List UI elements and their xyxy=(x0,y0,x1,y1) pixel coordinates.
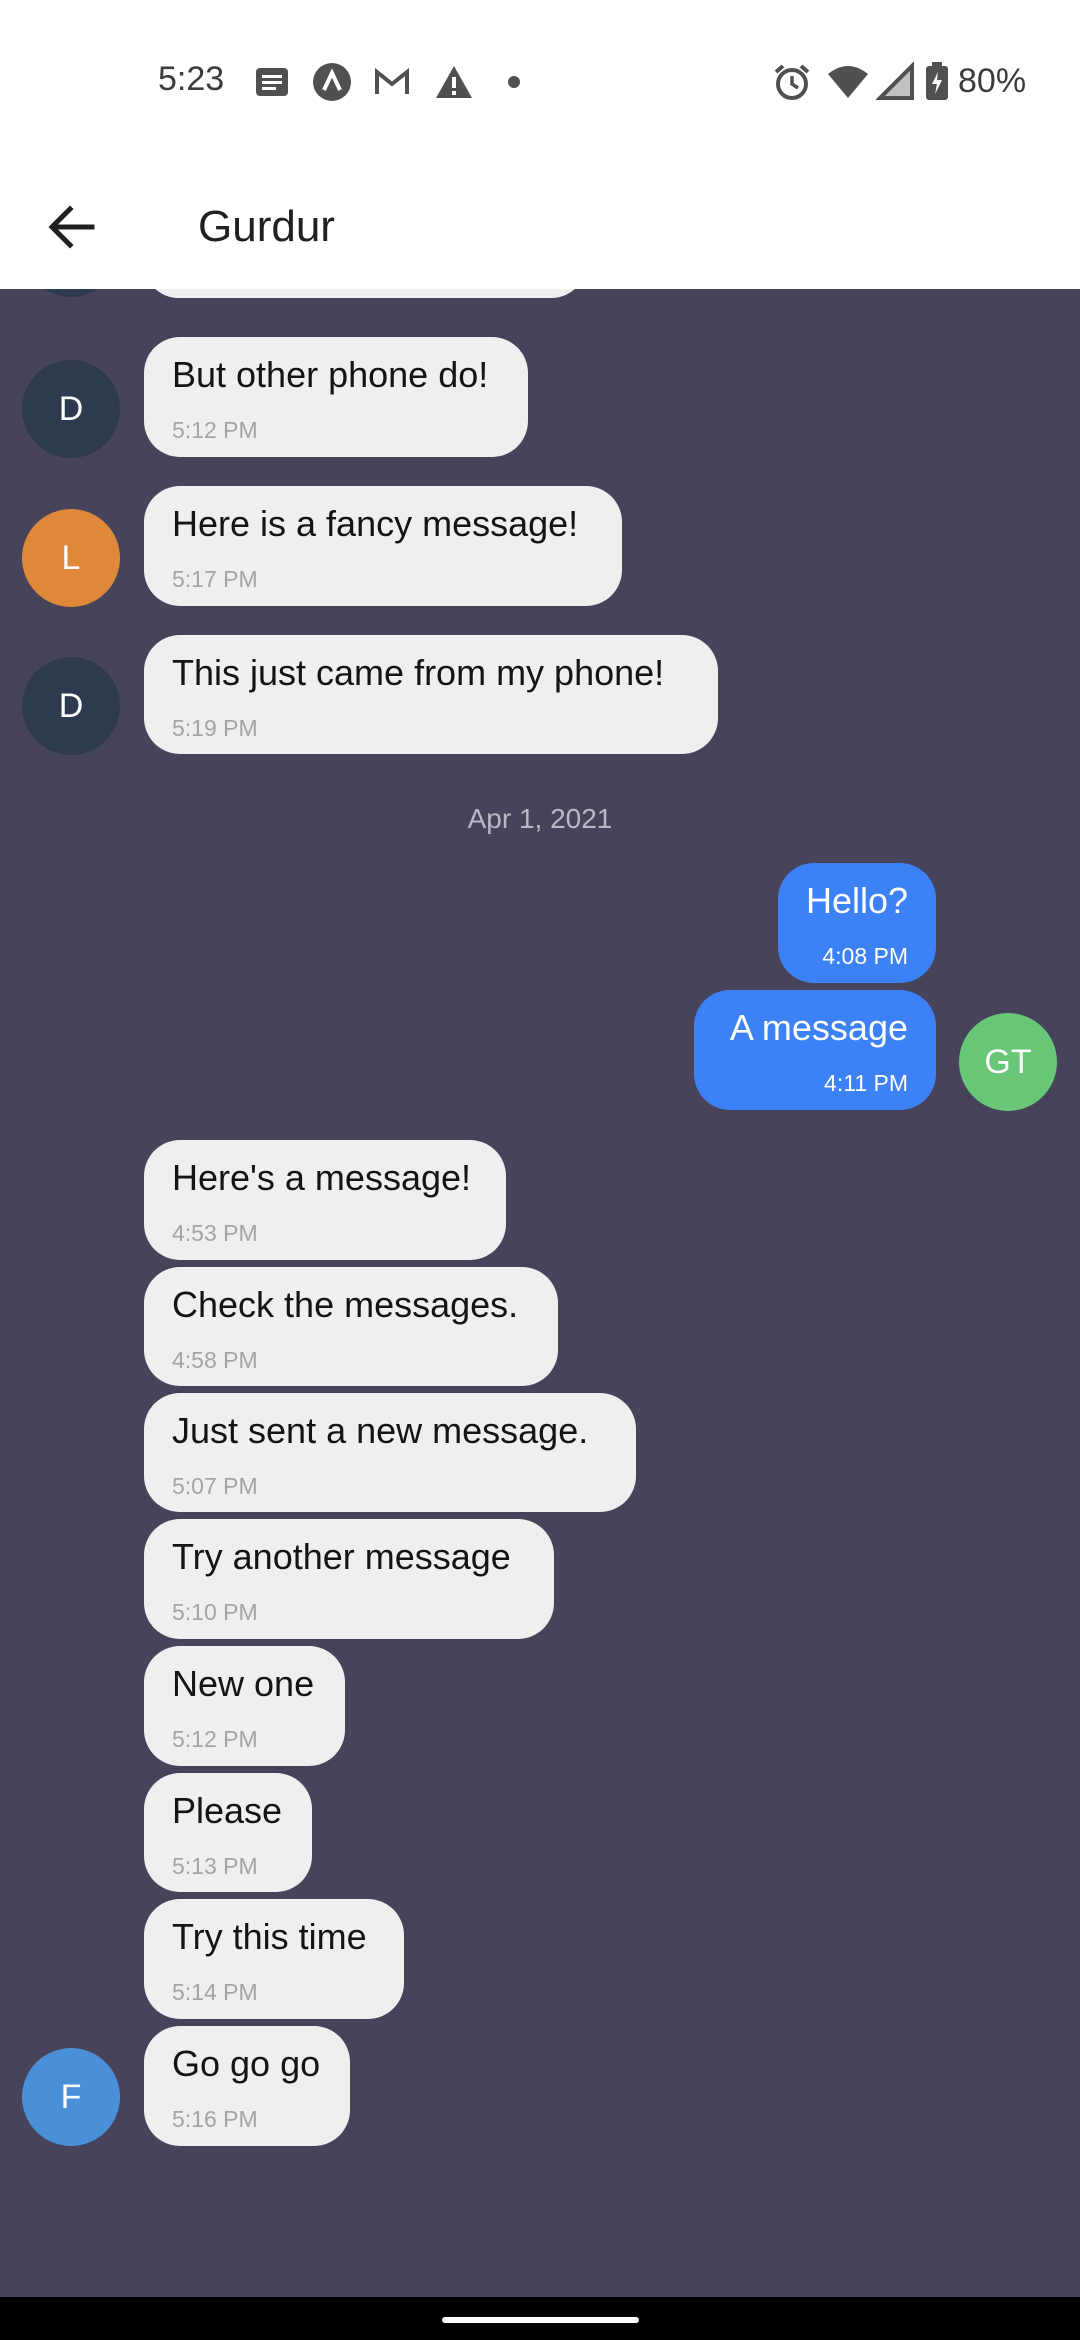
dot-icon xyxy=(494,62,534,102)
message-bubble[interactable]: Please 5:13 PM xyxy=(144,1773,312,1892)
message-bubble[interactable]: Just sent a new message. 5:07 PM xyxy=(144,1393,636,1512)
message-bubble[interactable]: But other phone do! 5:12 PM xyxy=(144,337,528,457)
message-time: 5:16 PM xyxy=(172,2106,258,2132)
message-time: 5:07 PM xyxy=(172,1473,258,1499)
message-text: Just sent a new message. xyxy=(172,1410,589,1451)
message-text: A message xyxy=(729,1007,908,1048)
arrow-left-icon xyxy=(46,204,96,254)
avatar[interactable]: D xyxy=(22,657,120,755)
signal-icon xyxy=(875,61,916,102)
message-time: 4:53 PM xyxy=(172,1220,258,1246)
avatar-initial: D xyxy=(58,686,84,725)
message-list[interactable]: D But other phone do! 5:12 PM L Here is … xyxy=(0,289,1080,2297)
status-time: 5:23 xyxy=(158,60,225,98)
message-text: New one xyxy=(172,1663,315,1704)
message-text: But other phone do! xyxy=(172,354,489,395)
avatar[interactable]: L xyxy=(22,509,120,607)
avatar-initial: D xyxy=(58,389,84,428)
message-bubble[interactable]: Try another message 5:10 PM xyxy=(144,1519,554,1639)
status-bar: 5:23 80% xyxy=(0,0,1080,168)
notes-icon xyxy=(252,62,292,102)
message-bubble[interactable]: Here is a fancy message! 5:17 PM xyxy=(144,486,622,606)
message-bubble[interactable]: This just came from my phone! 5:19 PM xyxy=(144,635,718,754)
message-text: This just came from my phone! xyxy=(172,652,665,693)
app-a-icon xyxy=(312,62,352,102)
message-bubble[interactable]: Here's a message! 4:53 PM xyxy=(144,1140,506,1260)
avatar[interactable]: GT xyxy=(959,1013,1057,1111)
message-bubble[interactable]: Go go go 5:16 PM xyxy=(144,2026,350,2146)
alarm-icon xyxy=(772,62,812,102)
message-bubble[interactable]: New one 5:12 PM xyxy=(144,1646,345,1766)
message-bubble[interactable]: Try this time 5:14 PM xyxy=(144,1899,404,2019)
message-time: 4:11 PM xyxy=(824,1070,908,1096)
message-time: 5:10 PM xyxy=(172,1599,258,1625)
message-time: 5:12 PM xyxy=(172,1726,258,1752)
wifi-icon xyxy=(826,62,868,102)
message-text: Try this time xyxy=(172,1916,367,1957)
message-text: Check the messages. xyxy=(172,1284,519,1325)
message-bubble-outgoing[interactable]: Hello? 4:08 PM xyxy=(778,863,936,983)
warning-icon xyxy=(434,62,474,102)
navigation-bar xyxy=(0,2297,1080,2340)
message-text: Hello? xyxy=(806,880,909,921)
home-gesture-handle[interactable] xyxy=(442,2317,639,2323)
gmail-icon xyxy=(372,62,412,102)
message-bubble-partial[interactable] xyxy=(144,289,586,298)
avatar[interactable]: D xyxy=(22,360,120,458)
message-time: 5:19 PM xyxy=(172,715,258,741)
message-time: 5:13 PM xyxy=(172,1853,258,1879)
message-text: Try another message xyxy=(172,1536,511,1577)
avatar-initial: F xyxy=(60,2077,82,2116)
message-bubble-outgoing[interactable]: A message 4:11 PM xyxy=(694,990,936,1110)
avatar[interactable]: F xyxy=(22,2048,120,2146)
battery-percentage: 80% xyxy=(958,62,1027,100)
message-time: 4:58 PM xyxy=(172,1347,258,1373)
avatar-partial xyxy=(22,289,120,297)
date-separator: Apr 1, 2021 xyxy=(467,803,613,834)
back-button[interactable] xyxy=(30,188,112,270)
message-text: Please xyxy=(172,1790,283,1831)
message-text: Go go go xyxy=(172,2043,321,2084)
message-text: Here is a fancy message! xyxy=(172,503,579,544)
message-text: Here's a message! xyxy=(172,1157,472,1198)
avatar-initial: GT xyxy=(984,1042,1032,1081)
message-time: 5:14 PM xyxy=(172,1979,258,2005)
app-bar: Gurdur xyxy=(0,168,1080,289)
avatar-initial: L xyxy=(61,538,81,577)
message-time: 4:08 PM xyxy=(822,943,908,969)
message-time: 5:17 PM xyxy=(172,566,258,592)
conversation-title: Gurdur xyxy=(198,202,335,251)
message-bubble[interactable]: Check the messages. 4:58 PM xyxy=(144,1267,558,1386)
message-time: 5:12 PM xyxy=(172,417,258,443)
